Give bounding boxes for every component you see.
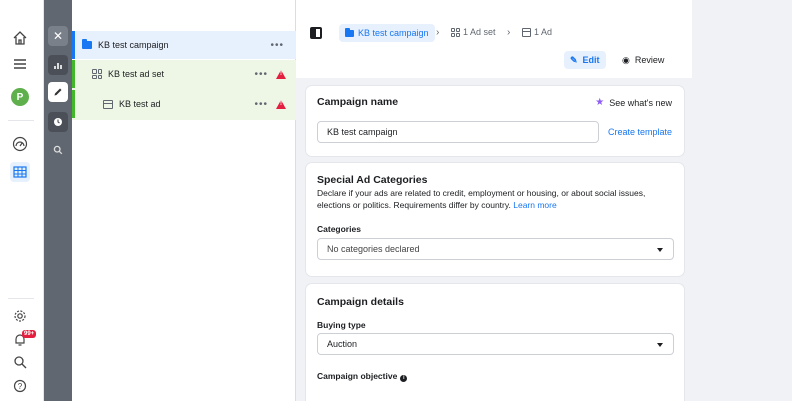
campaign-name-card: Campaign name ★ See what's new KB test c… (306, 86, 684, 156)
buying-type-select[interactable]: Auction (317, 333, 674, 355)
gear-icon[interactable] (10, 306, 30, 326)
folder-icon (82, 39, 92, 49)
breadcrumb-ad-label: 1 Ad (534, 27, 553, 37)
tree-item-label: KB test ad (119, 99, 161, 109)
create-template-link[interactable]: Create template (608, 127, 672, 137)
help-icon[interactable]: ? (10, 376, 30, 396)
search-icon[interactable] (10, 352, 30, 372)
breadcrumb-ad-set[interactable]: 1 Ad set (451, 27, 496, 37)
panel-toggle-icon[interactable] (310, 27, 322, 39)
breadcrumb-campaign-label: KB test campaign (358, 28, 429, 38)
tree-item-label: KB test campaign (98, 40, 169, 50)
section-description: Declare if your ads are related to credi… (317, 187, 677, 211)
chevron-down-icon (657, 248, 663, 252)
campaign-tree-panel: KB test campaign ••• KB test ad set ••• … (72, 0, 296, 401)
clock-icon[interactable] (48, 112, 68, 132)
campaign-details-card: Campaign details Buying type Auction Cam… (306, 284, 684, 401)
info-icon[interactable]: i (400, 375, 408, 382)
ad-set-icon (451, 27, 460, 37)
special-ad-categories-card: Special Ad Categories Declare if your ad… (306, 163, 684, 276)
section-title: Special Ad Categories (317, 174, 428, 186)
section-title: Campaign name (317, 96, 399, 108)
description-text: Declare if your ads are related to credi… (317, 188, 646, 210)
table-grid-icon[interactable] (10, 162, 30, 182)
editor-tool-strip: ✕ (44, 0, 72, 401)
campaign-objective-label: Campaign objective i (317, 371, 408, 382)
divider (8, 120, 34, 121)
tree-item-ad-set[interactable]: KB test ad set ••• (72, 60, 296, 88)
tree-item-label: KB test ad set (108, 69, 165, 79)
chevron-right-icon: › (436, 27, 440, 38)
avatar[interactable]: P (11, 88, 29, 106)
ad-icon (522, 27, 531, 37)
close-icon[interactable]: ✕ (48, 26, 68, 46)
home-icon[interactable] (10, 28, 30, 48)
breadcrumb-ad-set-label: 1 Ad set (463, 27, 496, 37)
menu-icon[interactable] (10, 54, 30, 74)
editor-main: KB test campaign › 1 Ad set › 1 Ad ✎ Edi… (296, 0, 692, 401)
chevron-down-icon (657, 343, 663, 347)
tab-review[interactable]: ◉ Review (616, 51, 670, 69)
ad-set-icon (92, 69, 102, 79)
tab-edit[interactable]: ✎ Edit (564, 51, 606, 69)
tree-item-ad[interactable]: KB test ad ••• (72, 90, 296, 118)
warning-icon (276, 69, 286, 79)
folder-icon (345, 27, 354, 37)
more-options-icon[interactable]: ••• (270, 40, 284, 51)
bar-chart-icon[interactable] (48, 55, 68, 75)
more-options-icon[interactable]: ••• (254, 69, 268, 80)
chevron-right-icon: › (507, 27, 511, 38)
see-whats-new-link[interactable]: ★ See what's new (595, 97, 672, 108)
notification-badge: 99+ (22, 330, 37, 338)
ad-icon (103, 99, 113, 109)
star-icon: ★ (595, 97, 605, 108)
field-label: Buying type (317, 320, 366, 330)
avatar-letter: P (16, 91, 24, 103)
tab-review-label: Review (634, 55, 665, 65)
more-options-icon[interactable]: ••• (254, 99, 268, 110)
buying-type-value: Auction (327, 339, 358, 349)
learn-more-link[interactable]: Learn more (513, 200, 556, 210)
field-label: Categories (317, 224, 361, 234)
tab-edit-label: Edit (582, 55, 600, 65)
section-title: Campaign details (317, 296, 404, 308)
breadcrumb-campaign[interactable]: KB test campaign (339, 24, 435, 42)
categories-value: No categories declared (327, 244, 420, 254)
pencil-icon[interactable] (48, 82, 68, 102)
warning-icon (276, 99, 286, 109)
tree-item-campaign[interactable]: KB test campaign ••• (72, 31, 296, 59)
pencil-icon: ✎ (570, 54, 578, 65)
see-whats-new-label: See what's new (609, 97, 672, 108)
eye-icon: ◉ (622, 54, 630, 65)
categories-select[interactable]: No categories declared (317, 238, 674, 260)
svg-text:?: ? (18, 382, 23, 391)
field-label: Campaign objective (317, 371, 398, 381)
global-nav-rail: P 99+ ? (0, 0, 44, 401)
breadcrumb-ad[interactable]: 1 Ad (522, 27, 552, 37)
editor-header: KB test campaign › 1 Ad set › 1 Ad ✎ Edi… (296, 0, 692, 78)
page-background (692, 0, 792, 401)
divider (8, 298, 34, 299)
gauge-icon[interactable] (10, 134, 30, 154)
campaign-name-input[interactable]: KB test campaign (317, 121, 599, 143)
search-icon[interactable] (48, 140, 68, 160)
